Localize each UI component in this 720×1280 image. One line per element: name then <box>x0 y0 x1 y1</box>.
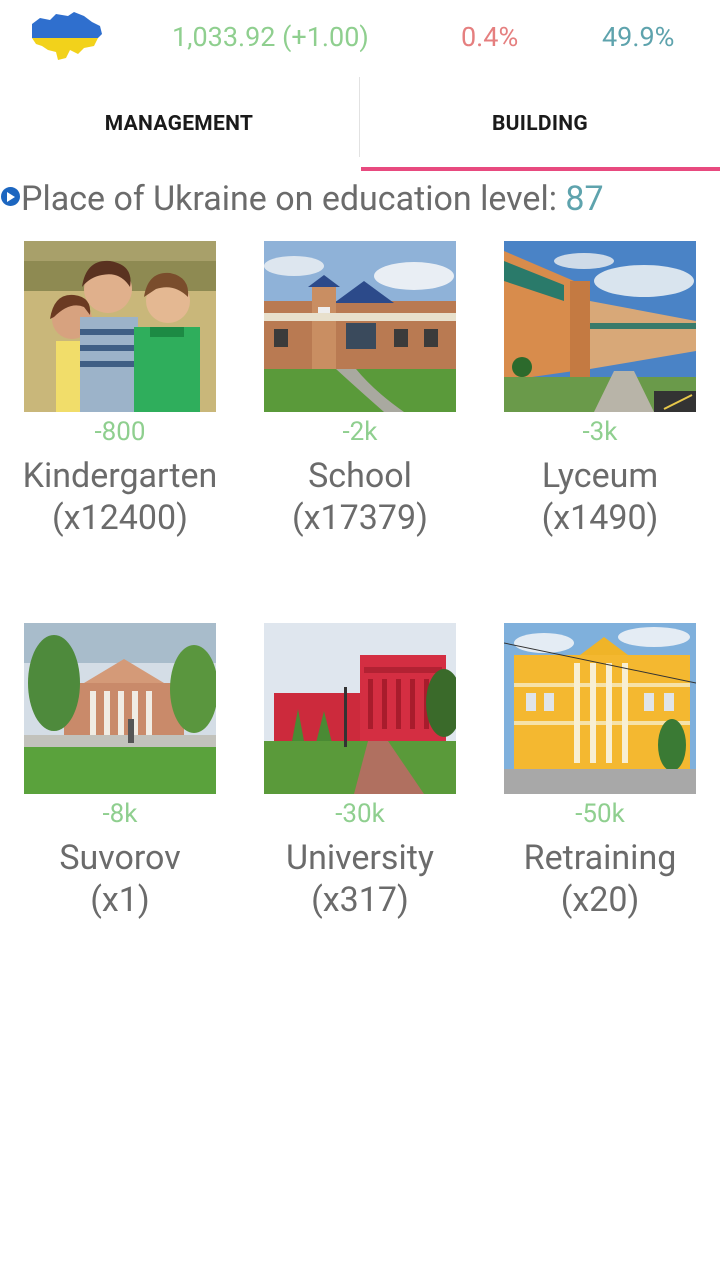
inflation-stat: 0.4% <box>461 21 519 53</box>
ukraine-flag-icon <box>28 10 104 62</box>
building-cost: -3k <box>582 417 618 447</box>
building-title: Retraining <box>523 838 677 878</box>
building-cost: -50k <box>575 799 625 829</box>
approval-stat: 49.9% <box>602 21 675 53</box>
children-photo[interactable] <box>24 241 216 412</box>
building-count: (x317) <box>311 880 409 920</box>
building-name: Suvorov (x1) <box>0 837 240 921</box>
building-count: (x12400) <box>52 498 188 538</box>
tab-building[interactable]: BUILDING <box>361 75 719 173</box>
school-building-photo[interactable] <box>264 241 456 412</box>
building-title: School <box>308 456 412 496</box>
money-stat: 1,033.92 (+1.00) <box>172 21 369 53</box>
status-bar: 1,033.92 (+1.00) 0.4% 49.9% <box>0 0 720 75</box>
education-rank-label: Place of Ukraine on education level: <box>21 179 566 219</box>
building-name: Retraining (x20) <box>480 837 720 921</box>
building-count: (x1490) <box>541 498 659 538</box>
building-cost: -800 <box>94 417 146 447</box>
building-name: Lyceum (x1490) <box>480 455 720 539</box>
building-cost: -2k <box>342 417 378 447</box>
building-title: Suvorov <box>59 838 181 878</box>
building-count: (x1) <box>90 880 150 920</box>
building-title: Lyceum <box>541 456 659 496</box>
building-cost: -30k <box>335 799 385 829</box>
suvorov-academy-photo[interactable] <box>24 623 216 794</box>
lyceum-building-photo[interactable] <box>504 241 696 412</box>
building-count: (x20) <box>560 880 640 920</box>
building-name: University (x317) <box>240 837 480 921</box>
yellow-institute-photo[interactable] <box>504 623 696 794</box>
building-name: School (x17379) <box>240 455 480 539</box>
building-name: Kindergarten (x12400) <box>0 455 240 539</box>
tab-management[interactable]: MANAGEMENT <box>0 75 358 173</box>
building-title: University <box>286 838 434 878</box>
tab-bar: MANAGEMENT BUILDING <box>0 75 720 173</box>
building-count: (x17379) <box>292 498 428 538</box>
play-info-icon[interactable] <box>1 187 20 206</box>
red-university-photo[interactable] <box>264 623 456 794</box>
active-tab-indicator <box>361 167 720 171</box>
tab-divider <box>359 77 360 157</box>
education-rank-text: Place of Ukraine on education level: 87 <box>21 176 604 222</box>
building-title: Kindergarten <box>22 456 218 496</box>
education-rank-row: Place of Ukraine on education level: 87 <box>0 176 720 224</box>
building-cost: -8k <box>102 799 138 829</box>
education-rank-value: 87 <box>565 179 604 219</box>
